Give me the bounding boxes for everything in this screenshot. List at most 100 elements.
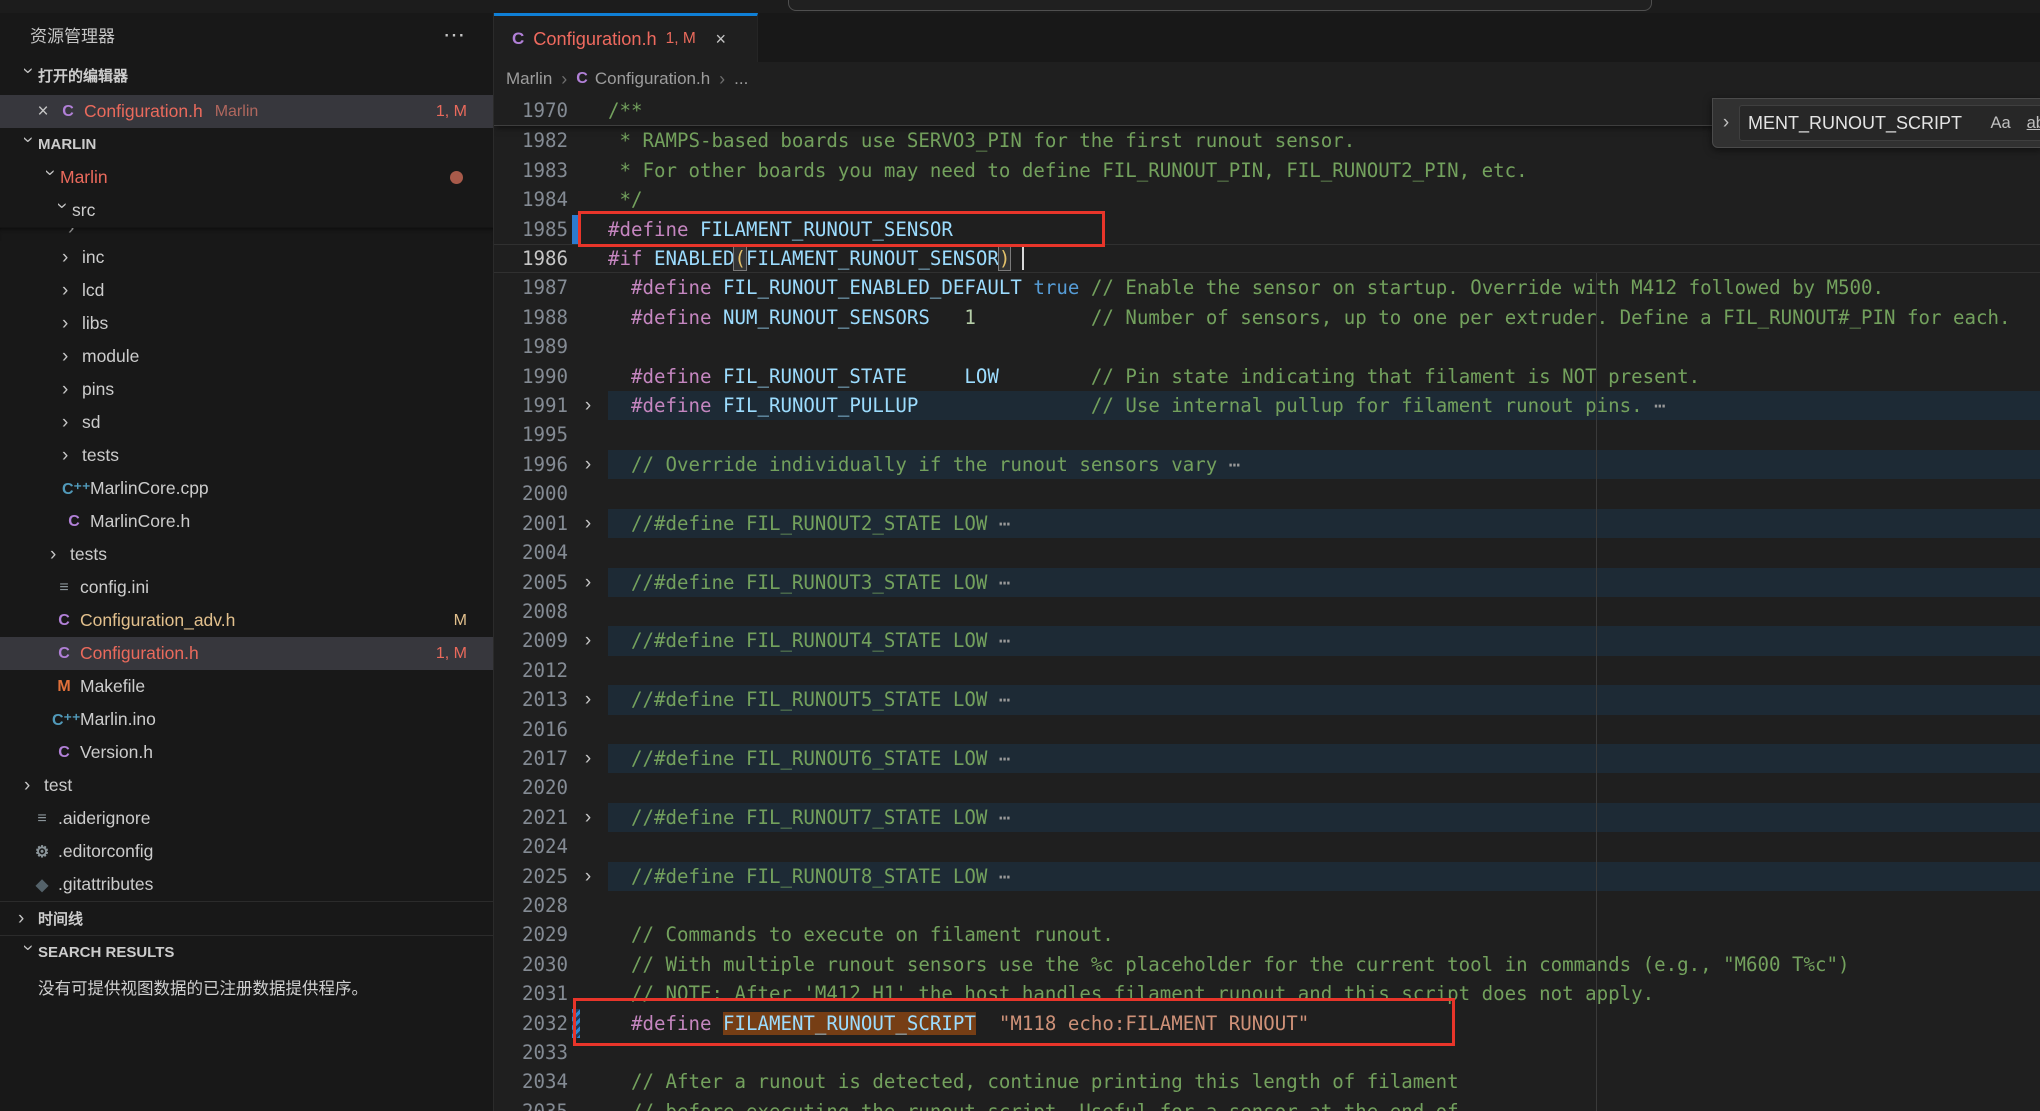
code-line-2035[interactable]: 2035 // before executing the runout scri… (494, 1097, 2040, 1111)
tree-item-inc[interactable]: ›inc (0, 241, 493, 274)
code-line-2013[interactable]: 2013› //#define FIL_RUNOUT5_STATE LOW ⋯ (494, 685, 2040, 714)
tab-configuration-h[interactable]: C Configuration.h 1, M × (494, 13, 758, 62)
fold-chevron-icon[interactable]: › (568, 803, 608, 832)
gutter[interactable]: 1989 (494, 332, 608, 361)
code-line-text[interactable]: //#define FIL_RUNOUT6_STATE LOW ⋯ (608, 744, 2040, 773)
code-line-text[interactable]: #define FILAMENT_RUNOUT_SCRIPT "M118 ech… (608, 1009, 2040, 1038)
code-line-1983[interactable]: 1983 * For other boards you may need to … (494, 156, 2040, 185)
code-line-2009[interactable]: 2009› //#define FIL_RUNOUT4_STATE LOW ⋯ (494, 626, 2040, 655)
code-line-text[interactable]: #if ENABLED(FILAMENT_RUNOUT_SENSOR) (608, 244, 2040, 273)
gutter[interactable]: 2031 (494, 979, 608, 1008)
code-line-text[interactable]: //#define FIL_RUNOUT3_STATE LOW ⋯ (608, 568, 2040, 597)
close-icon[interactable]: × (708, 29, 734, 50)
code-line-text[interactable] (608, 420, 2040, 449)
code-line-text[interactable] (608, 538, 2040, 567)
gutter[interactable]: 2012 (494, 656, 608, 685)
code-line-text[interactable] (608, 773, 2040, 802)
code-line-text[interactable]: #define FIL_RUNOUT_ENABLED_DEFAULT true … (608, 273, 2040, 302)
gutter[interactable]: 2000 (494, 479, 608, 508)
code-line-text[interactable]: // With multiple runout sensors use the … (608, 950, 2040, 979)
fold-chevron-icon[interactable]: › (568, 568, 608, 597)
code-line-1986[interactable]: 1986#if ENABLED(FILAMENT_RUNOUT_SENSOR) (494, 244, 2040, 273)
close-icon[interactable]: × (30, 101, 56, 123)
gutter[interactable]: 1990 (494, 362, 608, 391)
tree-item-module[interactable]: ›module (0, 340, 493, 373)
gutter[interactable]: 2035 (494, 1097, 608, 1111)
code-line-2017[interactable]: 2017› //#define FIL_RUNOUT6_STATE LOW ⋯ (494, 744, 2040, 773)
code-line-text[interactable] (608, 656, 2040, 685)
tree-item-tests[interactable]: ›tests (0, 538, 493, 571)
tree-item-sd[interactable]: ›sd (0, 406, 493, 439)
gutter[interactable]: 2034 (494, 1067, 608, 1096)
fold-chevron-icon[interactable]: › (568, 744, 608, 773)
breadcrumb[interactable]: Marlin › C Configuration.h › ... (494, 62, 2040, 96)
fold-chevron-icon[interactable]: › (568, 450, 608, 479)
gutter[interactable]: 1970 (494, 96, 608, 125)
code-line-text[interactable]: */ (608, 185, 2040, 214)
tree-item--gitattributes[interactable]: ◆.gitattributes (0, 868, 493, 901)
code-line-text[interactable] (608, 479, 2040, 508)
tree-item-src[interactable]: ›src (0, 194, 493, 227)
code-line-1996[interactable]: 1996› // Override individually if the ru… (494, 450, 2040, 479)
code-line-2012[interactable]: 2012 (494, 656, 2040, 685)
gutter[interactable]: 2016 (494, 715, 608, 744)
code-line-text[interactable]: //#define FIL_RUNOUT5_STATE LOW ⋯ (608, 685, 2040, 714)
code-line-text[interactable]: * For other boards you may need to defin… (608, 156, 2040, 185)
code-line-text[interactable] (608, 597, 2040, 626)
project-section-header[interactable]: › MARLIN (0, 128, 493, 161)
gutter[interactable]: 2025› (494, 862, 608, 891)
code-line-2004[interactable]: 2004 (494, 538, 2040, 567)
find-input-value[interactable]: MENT_RUNOUT_SCRIPT (1748, 113, 1974, 134)
code-line-1984[interactable]: 1984 */ (494, 185, 2040, 214)
gutter[interactable]: 1986 (494, 244, 608, 273)
gutter[interactable]: 2001› (494, 509, 608, 538)
gutter[interactable]: 1995 (494, 420, 608, 449)
tree-item--aiderignore[interactable]: ≡.aiderignore (0, 802, 493, 835)
breadcrumb-folder[interactable]: Marlin (506, 69, 552, 89)
quick-input-box-edge[interactable] (788, 0, 1652, 11)
code-line-text[interactable]: #define FIL_RUNOUT_STATE LOW // Pin stat… (608, 362, 2040, 391)
tree-item-libs[interactable]: ›libs (0, 307, 493, 340)
tree-item-marlin[interactable]: ›Marlin (0, 161, 493, 194)
gutter[interactable]: 2009› (494, 626, 608, 655)
tree-item-marlincore-h[interactable]: CMarlinCore.h (0, 505, 493, 538)
gutter[interactable]: 1984 (494, 185, 608, 214)
code-line-text[interactable] (608, 715, 2040, 744)
code-line-1995[interactable]: 1995 (494, 420, 2040, 449)
tree-item-tests[interactable]: ›tests (0, 439, 493, 472)
gutter[interactable]: 2017› (494, 744, 608, 773)
code-line-text[interactable]: //#define FIL_RUNOUT8_STATE LOW ⋯ (608, 862, 2040, 891)
code-line-2028[interactable]: 2028 (494, 891, 2040, 920)
fold-chevron-icon[interactable]: › (568, 626, 608, 655)
gutter[interactable]: 2033 (494, 1038, 608, 1067)
fold-chevron-icon[interactable]: › (568, 391, 608, 420)
gutter[interactable]: 2021› (494, 803, 608, 832)
open-editors-header[interactable]: › 打开的编辑器 (0, 56, 493, 95)
gutter[interactable]: 1982 (494, 126, 608, 155)
gutter[interactable]: 1985 (494, 215, 608, 244)
code-line-text[interactable] (608, 832, 2040, 861)
code-line-1990[interactable]: 1990 #define FIL_RUNOUT_STATE LOW // Pin… (494, 362, 2040, 391)
gutter[interactable]: 2024 (494, 832, 608, 861)
tree-item-configuration-h[interactable]: CConfiguration.h1, M (0, 637, 493, 670)
code-line-text[interactable]: //#define FIL_RUNOUT2_STATE LOW ⋯ (608, 509, 2040, 538)
gutter[interactable]: 2029 (494, 920, 608, 949)
gutter[interactable]: 2008 (494, 597, 608, 626)
code-editor[interactable]: 1970/**1982 * RAMPS-based boards use SER… (494, 96, 2040, 1111)
code-line-text[interactable]: // Commands to execute on filament runou… (608, 920, 2040, 949)
code-line-text[interactable]: // before executing the runout script. U… (608, 1097, 2040, 1111)
code-line-text[interactable]: // Override individually if the runout s… (608, 450, 2040, 479)
code-line-2025[interactable]: 2025› //#define FIL_RUNOUT8_STATE LOW ⋯ (494, 862, 2040, 891)
tree-item-config-ini[interactable]: ≡config.ini (0, 571, 493, 604)
code-line-2005[interactable]: 2005› //#define FIL_RUNOUT3_STATE LOW ⋯ (494, 568, 2040, 597)
gutter[interactable]: 2013› (494, 685, 608, 714)
code-line-1985[interactable]: 1985#define FILAMENT_RUNOUT_SENSOR (494, 215, 2040, 244)
code-line-2008[interactable]: 2008 (494, 597, 2040, 626)
gutter[interactable]: 1983 (494, 156, 608, 185)
code-line-2029[interactable]: 2029 // Commands to execute on filament … (494, 920, 2040, 949)
code-line-2020[interactable]: 2020 (494, 773, 2040, 802)
gutter[interactable]: 2028 (494, 891, 608, 920)
tree-item-test[interactable]: ›test (0, 769, 493, 802)
fold-chevron-icon[interactable]: › (568, 509, 608, 538)
code-line-text[interactable]: // After a runout is detected, continue … (608, 1067, 2040, 1096)
